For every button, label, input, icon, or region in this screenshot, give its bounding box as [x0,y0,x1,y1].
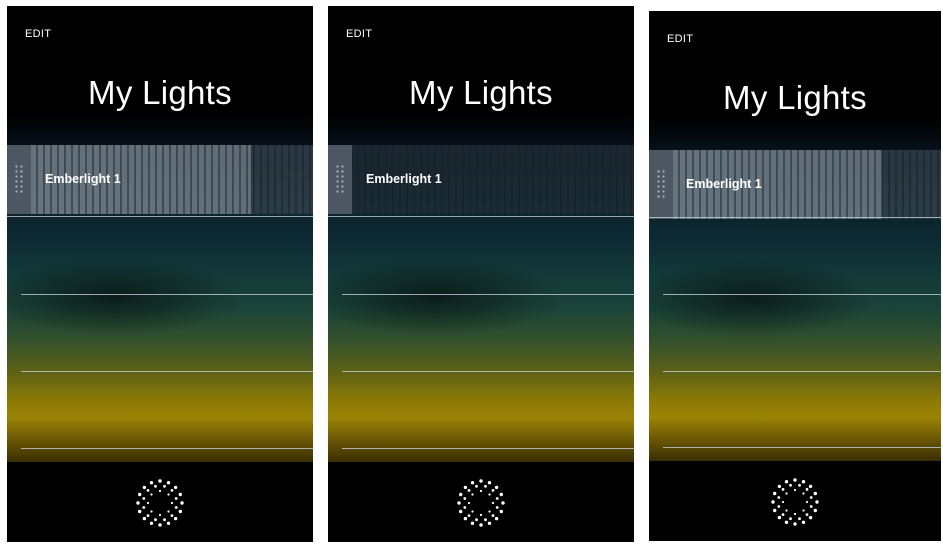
row-divider [7,216,313,217]
sunburst-icon [136,479,184,527]
light-row[interactable]: Emberlight 1 [649,150,941,219]
edit-button[interactable]: EDIT [25,28,51,40]
light-row[interactable]: Emberlight 1 [7,145,313,214]
page-title: My Lights [409,74,553,111]
drag-handle-icon [14,164,24,194]
add-light-button[interactable] [770,477,820,527]
row-divider [663,371,941,372]
sunburst-icon [771,478,819,526]
drag-handle[interactable] [7,145,31,214]
drag-handle[interactable] [649,150,673,219]
light-row[interactable]: Emberlight 1 [328,145,634,214]
drag-handle-icon [656,169,666,199]
page-title: My Lights [88,74,232,111]
row-divider [21,294,313,295]
row-divider [663,447,941,448]
add-light-button[interactable] [135,478,185,528]
drag-handle-icon [335,164,345,194]
row-divider [21,371,313,372]
phone-screen-1: EDIT My Lights Emberlight 1 [7,6,313,542]
edit-button[interactable]: EDIT [346,28,372,40]
row-divider [342,448,634,449]
edit-button[interactable]: EDIT [667,33,693,45]
row-divider [649,217,941,218]
light-name: Emberlight 1 [366,172,442,186]
phone-screen-2: EDIT My Lights Emberlight 1 [328,6,634,542]
row-divider [21,448,313,449]
sunburst-icon [457,479,505,527]
page-title: My Lights [723,79,867,116]
phone-screen-3: EDIT My Lights Emberlight 1 [649,11,941,541]
row-divider [328,216,634,217]
add-light-button[interactable] [456,478,506,528]
light-name: Emberlight 1 [45,172,121,186]
row-divider [663,294,941,295]
row-divider [342,294,634,295]
row-divider [342,371,634,372]
light-name: Emberlight 1 [686,177,762,191]
drag-handle[interactable] [328,145,352,214]
